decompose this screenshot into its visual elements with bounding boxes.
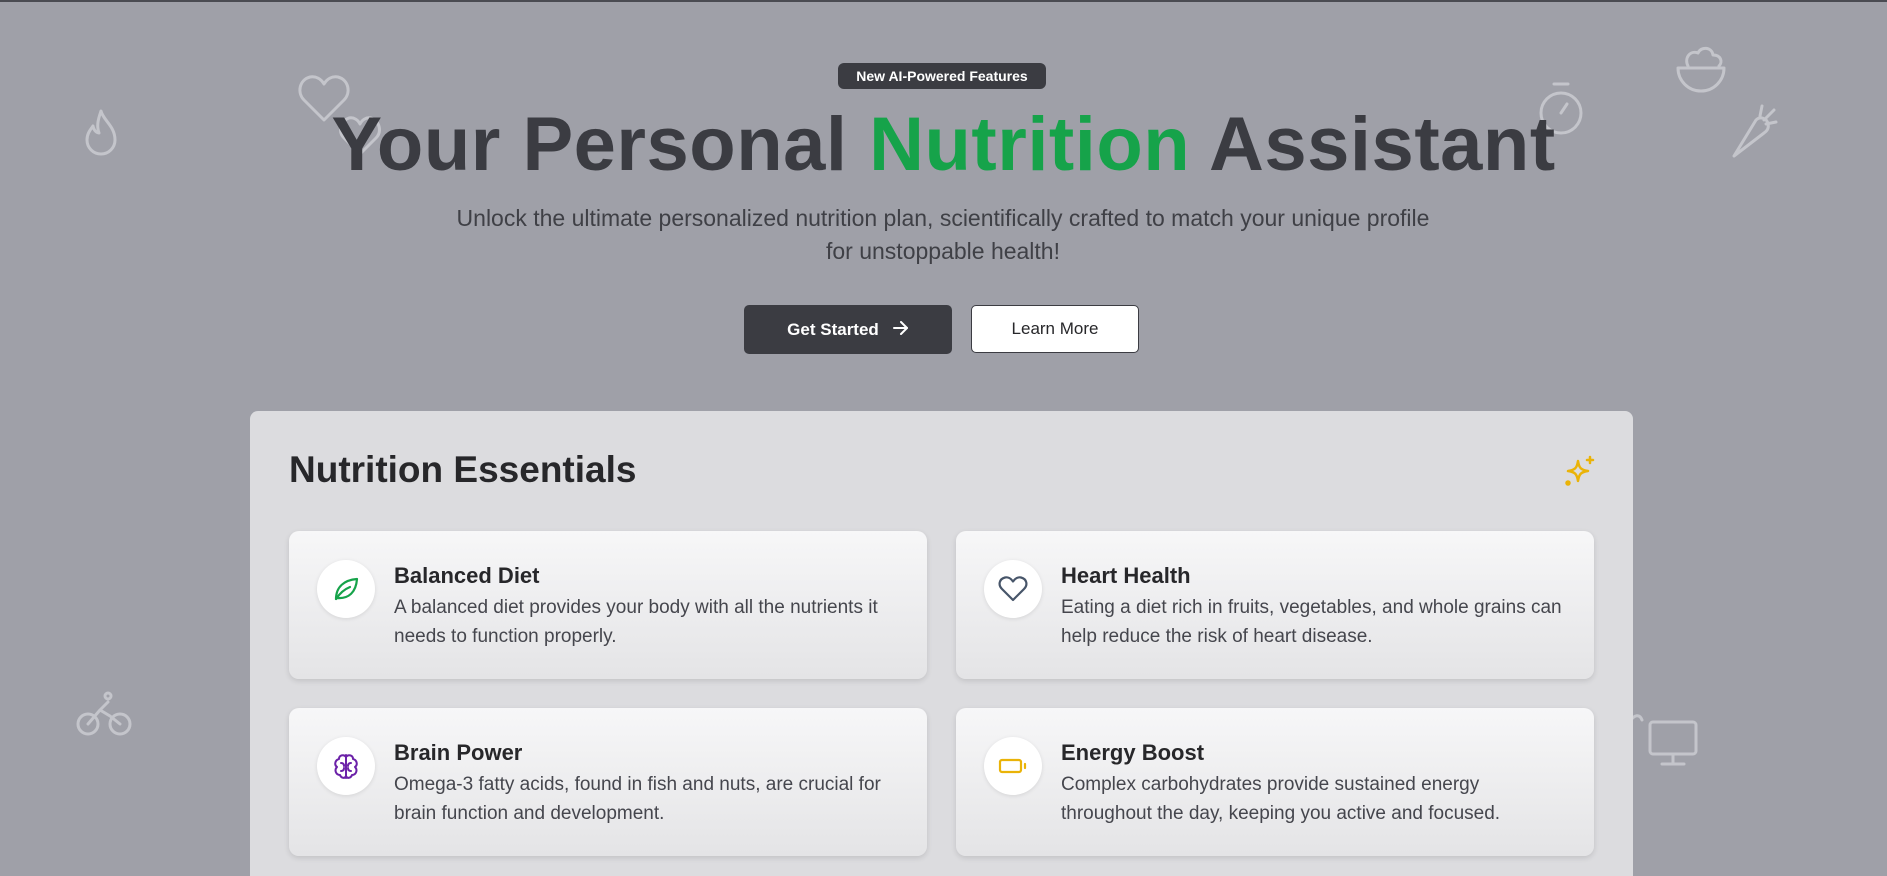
nutrition-essentials-panel: Nutrition Essentials Balanced Diet A bal…	[250, 411, 1633, 876]
title-accent: Nutrition	[869, 102, 1191, 187]
monitor-icon	[1626, 708, 1702, 768]
bicycle-icon	[76, 690, 132, 738]
card-description: Omega-3 fatty acids, found in fish and n…	[394, 774, 881, 824]
card-heart-health: Heart Health Eating a diet rich in fruit…	[956, 531, 1594, 679]
card-title: Balanced Diet	[394, 563, 540, 588]
get-started-button[interactable]: Get Started	[744, 305, 952, 354]
new-features-badge: New AI-Powered Features	[838, 63, 1046, 89]
card-balanced-diet: Balanced Diet A balanced diet provides y…	[289, 531, 927, 679]
card-title: Energy Boost	[1061, 740, 1205, 765]
card-description: A balanced diet provides your body with …	[394, 597, 878, 647]
card-brain-power: Brain Power Omega-3 fatty acids, found i…	[289, 708, 927, 856]
page-title: Your Personal Nutrition Assistant	[0, 100, 1887, 190]
card-description: Complex carbohydrates provide sustained …	[1061, 774, 1501, 824]
hero-subtitle: Unlock the ultimate personalized nutriti…	[456, 205, 1430, 264]
card-description: Eating a diet rich in fruits, vegetables…	[1061, 597, 1562, 647]
card-energy-boost: Energy Boost Complex carbohydrates provi…	[956, 708, 1594, 856]
card-title: Heart Health	[1061, 563, 1191, 588]
learn-more-button[interactable]: Learn More	[971, 305, 1139, 353]
sparkle-icon	[1564, 455, 1596, 492]
arrow-right-icon	[892, 320, 909, 340]
heart-icon	[984, 560, 1042, 618]
salad-bowl-icon	[1674, 42, 1728, 94]
battery-icon	[984, 737, 1042, 795]
section-title: Nutrition Essentials	[289, 449, 637, 490]
card-title: Brain Power	[394, 740, 523, 765]
brain-icon	[317, 737, 375, 795]
title-part-1: Your Personal	[331, 102, 870, 187]
top-border	[0, 0, 1887, 2]
title-part-2: Assistant	[1190, 102, 1556, 187]
get-started-label: Get Started	[787, 319, 879, 339]
leaf-icon	[317, 560, 375, 618]
